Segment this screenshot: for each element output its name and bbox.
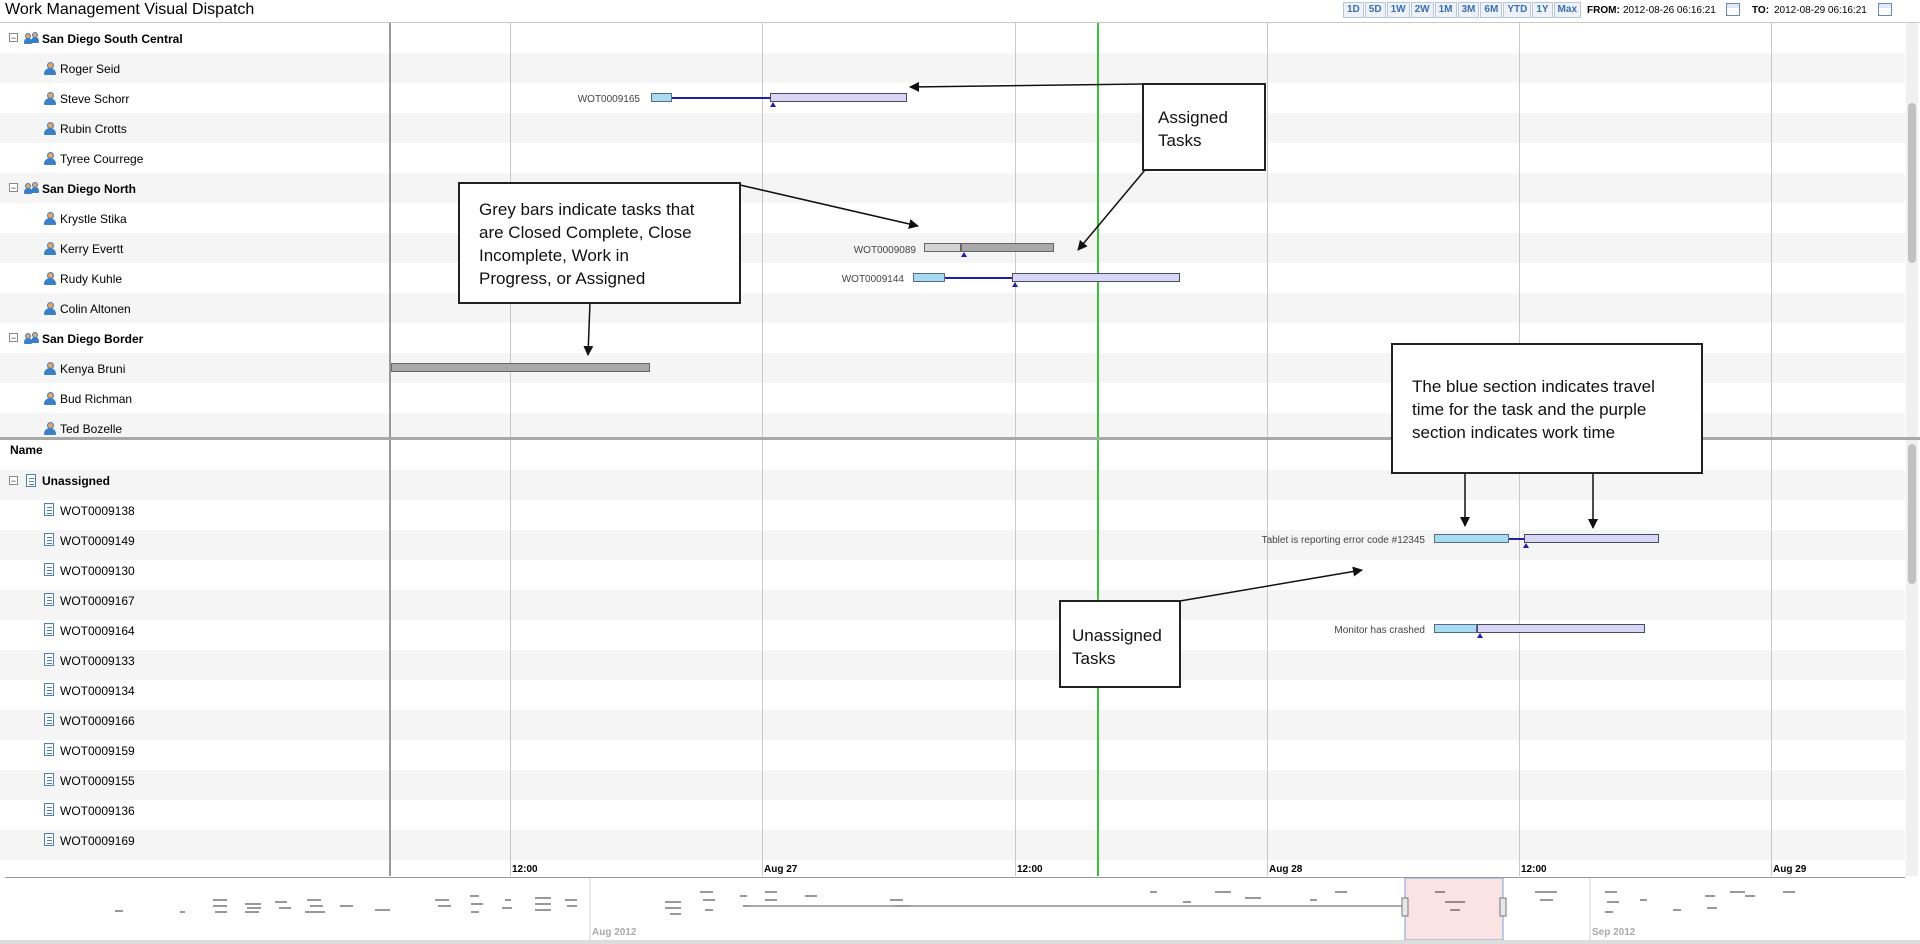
arrow-assigned-to-rudy <box>1077 169 1146 251</box>
arrow-grey-to-kerry <box>739 184 919 229</box>
callout-unassigned-tasks: Unassigned Tasks <box>1059 600 1181 688</box>
callout-travel-work: The blue section indicates travel time f… <box>1391 343 1703 474</box>
callout-assigned-tasks: Assigned Tasks <box>1142 83 1266 171</box>
arrow-assigned-to-steve <box>909 81 1143 92</box>
arrow-grey-to-kenya <box>583 301 594 356</box>
callout-grey-bars: Grey bars indicate tasks that are Closed… <box>458 182 741 304</box>
arrow-unassigned <box>1179 566 1363 602</box>
